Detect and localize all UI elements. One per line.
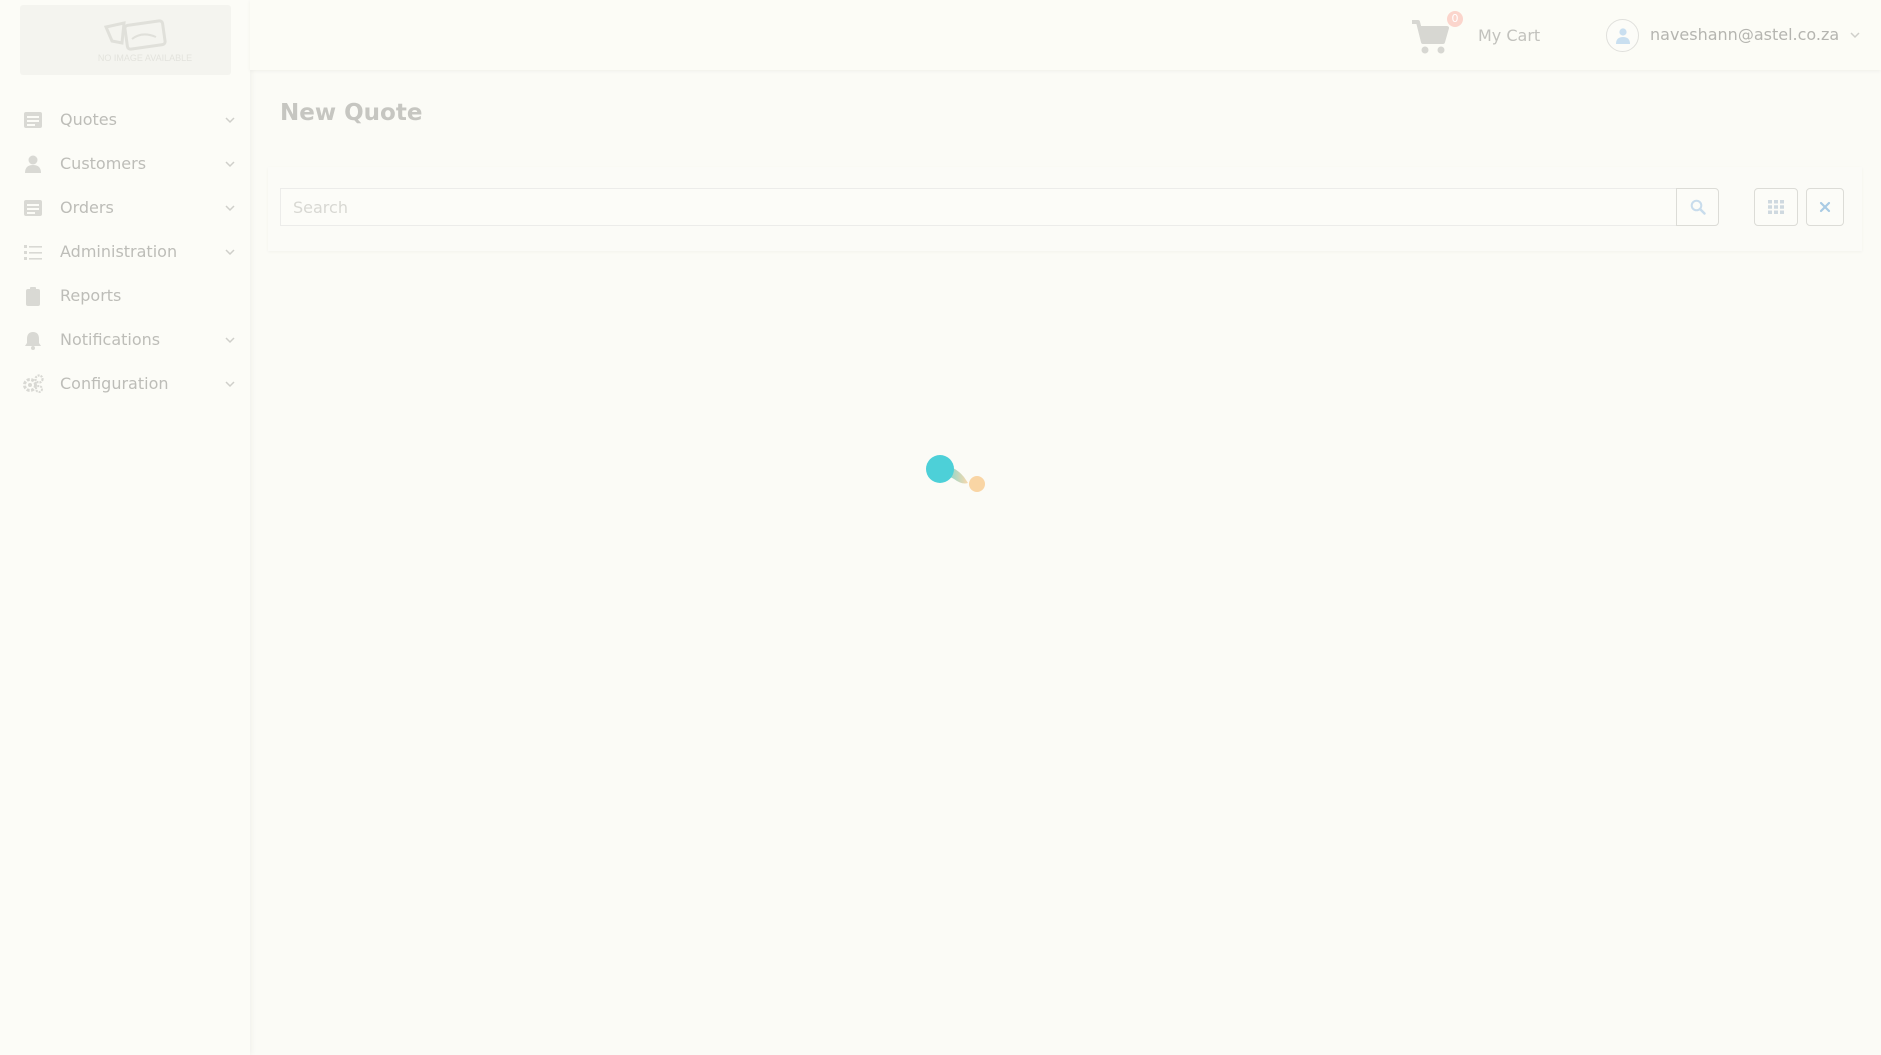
loading-spinner-icon <box>926 455 985 492</box>
grid-view-button[interactable] <box>1754 188 1798 226</box>
chevron-down-icon <box>225 161 235 168</box>
sidebar-nav: Quotes Customers Orders Administration R… <box>0 98 250 406</box>
bell-icon <box>25 332 41 350</box>
chevron-down-icon <box>225 249 235 256</box>
sidebar-item-reports[interactable]: Reports <box>0 274 250 318</box>
chevron-down-icon <box>225 337 235 344</box>
top-header: 0 My Cart naveshann@astel.co.za <box>250 0 1881 70</box>
page-title: New Quote <box>280 100 423 126</box>
clipboard-icon <box>26 287 40 306</box>
search-button[interactable] <box>1676 188 1719 226</box>
sidebar-item-label: Orders <box>60 198 114 217</box>
search-icon <box>1690 199 1706 215</box>
cart-count-badge: 0 <box>1447 11 1463 27</box>
sidebar-item-administration[interactable]: Administration <box>0 230 250 274</box>
sidebar: NO IMAGE AVAILABLE Quotes Customers Orde… <box>0 0 250 1055</box>
chevron-down-icon <box>225 205 235 212</box>
user-email[interactable]: naveshann@astel.co.za <box>1650 25 1839 44</box>
sidebar-item-label: Notifications <box>60 330 161 349</box>
sidebar-item-label: Configuration <box>60 374 169 393</box>
user-avatar-icon <box>1616 28 1630 44</box>
sidebar-item-configuration[interactable]: Configuration <box>0 362 250 406</box>
search-panel <box>268 167 1862 251</box>
close-button[interactable] <box>1806 188 1844 226</box>
user-icon <box>25 155 41 173</box>
sidebar-item-label: Customers <box>60 154 147 173</box>
sidebar-item-notifications[interactable]: Notifications <box>0 318 250 362</box>
sidebar-item-label: Administration <box>60 242 178 261</box>
sidebar-item-quotes[interactable]: Quotes <box>0 98 250 142</box>
logo-placeholder[interactable]: NO IMAGE AVAILABLE <box>20 5 231 75</box>
sidebar-item-customers[interactable]: Customers <box>0 142 250 186</box>
avatar[interactable] <box>1606 19 1639 52</box>
sidebar-item-label: Reports <box>60 286 122 305</box>
tasks-icon <box>24 245 42 260</box>
gears-icon <box>23 374 44 393</box>
no-image-icon: NO IMAGE AVAILABLE <box>98 19 192 63</box>
chevron-down-icon[interactable] <box>1848 28 1862 42</box>
search-input[interactable] <box>280 188 1676 226</box>
list-icon <box>24 200 42 216</box>
grid-icon <box>1768 200 1784 214</box>
svg-text:NO IMAGE AVAILABLE: NO IMAGE AVAILABLE <box>98 53 192 63</box>
chevron-down-icon <box>225 381 235 388</box>
chevron-down-icon <box>225 117 235 124</box>
cart-link[interactable]: My Cart <box>1478 26 1540 45</box>
sidebar-item-label: Quotes <box>60 110 117 129</box>
shopping-cart-icon[interactable] <box>1410 18 1450 56</box>
sidebar-item-orders[interactable]: Orders <box>0 186 250 230</box>
close-icon <box>1819 201 1831 213</box>
list-icon <box>24 112 42 128</box>
